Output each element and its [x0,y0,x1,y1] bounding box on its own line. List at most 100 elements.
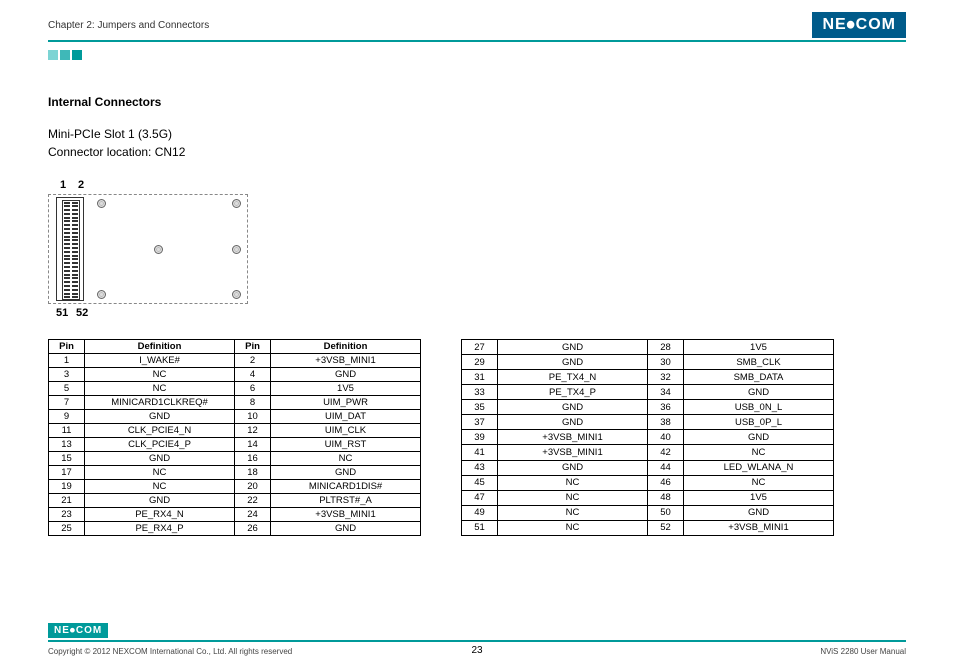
table-row: 7MINICARD1CLKREQ#8UIM_PWR [49,396,421,410]
def-cell: GND [498,460,648,475]
logo-bottom: NE⦁COM [48,620,108,638]
pin-cell: 47 [462,490,498,505]
def-cell: USB_0N_L [684,400,834,415]
pin-table-right: 27GND281V529GND30SMB_CLK31PE_TX4_N32SMB_… [461,339,834,536]
def-cell: 1V5 [684,490,834,505]
table-row: 13CLK_PCIE4_P14UIM_RST [49,438,421,452]
table-row: 33PE_TX4_P34GND [462,385,834,400]
diagram-pin-label: 1 [60,179,66,191]
def-cell: +3VSB_MINI1 [498,445,648,460]
pin-cell: 46 [648,475,684,490]
pin-cell: 5 [49,382,85,396]
pin-cell: 44 [648,460,684,475]
pin-cell: 41 [462,445,498,460]
pin-cell: 22 [235,494,271,508]
table-row: 9GND10UIM_DAT [49,410,421,424]
def-cell: UIM_CLK [271,424,421,438]
def-cell: MINICARD1DIS# [271,480,421,494]
table-row: 5NC61V5 [49,382,421,396]
pin-cell: 3 [49,368,85,382]
pin-cell: 48 [648,490,684,505]
square-icon [72,50,82,60]
table-row: 35GND36USB_0N_L [462,400,834,415]
screw-icon [97,199,106,208]
def-cell: NC [85,382,235,396]
table-row: 43GND44LED_WLANA_N [462,460,834,475]
pin-cell: 23 [49,508,85,522]
def-cell: GND [271,368,421,382]
pin-cell: 40 [648,430,684,445]
table-row: 17NC18GND [49,466,421,480]
def-cell: SMB_DATA [684,370,834,385]
pin-cell: 14 [235,438,271,452]
screw-icon [97,290,106,299]
table-row: 23PE_RX4_N24+3VSB_MINI1 [49,508,421,522]
table-row: 31PE_TX4_N32SMB_DATA [462,370,834,385]
def-cell: GND [684,385,834,400]
def-cell: +3VSB_MINI1 [271,508,421,522]
pin-cell: 52 [648,520,684,535]
def-cell: GND [85,494,235,508]
logo-top: NE⦁COM [812,12,906,38]
pin-cell: 38 [648,415,684,430]
manual-name: NViS 2280 User Manual [820,647,906,656]
pin-cell: 34 [648,385,684,400]
table-row: 45NC46NC [462,475,834,490]
pin-cell: 26 [235,522,271,536]
pin-cell: 37 [462,415,498,430]
pin-cell: 13 [49,438,85,452]
pin-cell: 43 [462,460,498,475]
table-header-pin: Pin [49,340,85,354]
def-cell: GND [684,430,834,445]
def-cell: PE_TX4_N [498,370,648,385]
pin-cell: 50 [648,505,684,520]
pin-cell: 32 [648,370,684,385]
pin-cell: 9 [49,410,85,424]
pin-cell: 39 [462,430,498,445]
def-cell: NC [271,452,421,466]
screw-icon [232,245,241,254]
def-cell: GND [498,340,648,355]
pin-cell: 10 [235,410,271,424]
table-row: 27GND281V5 [462,340,834,355]
def-cell: GND [271,466,421,480]
def-cell: LED_WLANA_N [684,460,834,475]
pin-cell: 17 [49,466,85,480]
def-cell: GND [684,505,834,520]
def-cell: UIM_DAT [271,410,421,424]
def-cell: NC [85,480,235,494]
pin-cell: 16 [235,452,271,466]
table-header-pin: Pin [235,340,271,354]
def-cell: NC [684,475,834,490]
square-icon [48,50,58,60]
header-rule [48,40,906,42]
screw-icon [232,199,241,208]
def-cell: GND [271,522,421,536]
screw-icon [232,290,241,299]
screw-icon [154,245,163,254]
table-row: 25PE_RX4_P26GND [49,522,421,536]
pin-cell: 27 [462,340,498,355]
pin-cell: 7 [49,396,85,410]
def-cell: GND [498,400,648,415]
chapter-title: Chapter 2: Jumpers and Connectors [48,20,209,31]
def-cell: NC [498,490,648,505]
pin-cell: 45 [462,475,498,490]
def-cell: NC [498,520,648,535]
pin-cell: 30 [648,355,684,370]
diagram-pin-label: 52 [76,307,88,319]
table-row: 29GND30SMB_CLK [462,355,834,370]
pin-cell: 20 [235,480,271,494]
pin-cell: 18 [235,466,271,480]
def-cell: NC [498,505,648,520]
pin-cell: 8 [235,396,271,410]
square-icon [60,50,70,60]
pin-cell: 33 [462,385,498,400]
def-cell: PE_TX4_P [498,385,648,400]
def-cell: NC [85,368,235,382]
pin-cell: 25 [49,522,85,536]
pin-cell: 1 [49,354,85,368]
table-row: 37GND38USB_0P_L [462,415,834,430]
table-row: 47NC481V5 [462,490,834,505]
table-row: 11CLK_PCIE4_N12UIM_CLK [49,424,421,438]
